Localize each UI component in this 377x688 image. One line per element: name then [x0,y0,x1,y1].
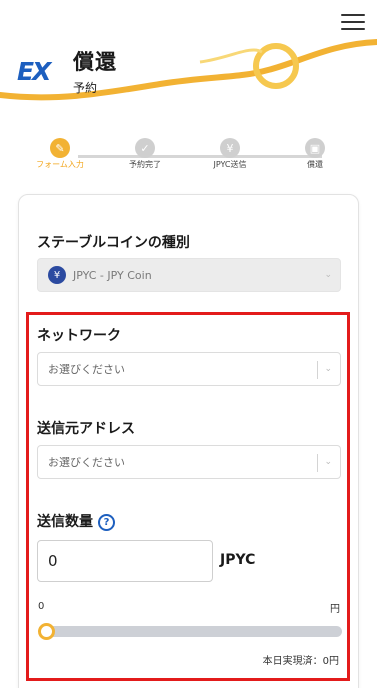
sender-address-select[interactable]: お選びください ⌄ [37,445,341,479]
chevron-down-icon: ⌄ [324,270,332,280]
menu-button[interactable] [341,12,365,32]
check-icon: ✓ [135,138,155,158]
pencil-icon: ✎ [50,138,70,158]
sender-address-label: 送信元アドレス [37,421,135,437]
step-redemption: ▣ 償還 [285,138,345,170]
page-title: 償還 [73,50,117,74]
amount-slider-thumb[interactable] [38,623,55,640]
coin-type-value: JPYC - JPY Coin [73,268,152,282]
network-label: ネットワーク [37,328,121,344]
chevron-down-icon: ⌄ [324,364,332,374]
hamburger-bar [341,28,365,30]
chevron-down-icon: ⌄ [324,457,332,467]
amount-slider-track[interactable] [40,626,342,637]
network-placeholder: お選びください [48,363,125,376]
daily-realized-amount: 本日実現済：0円 [262,656,339,667]
step-label: 予約完了 [129,160,161,169]
hamburger-bar [341,21,365,23]
step-reservation-complete: ✓ 予約完了 [115,138,175,170]
coin-type-select: ¥ JPYC - JPY Coin ⌄ [37,258,341,292]
step-label: フォーム入力 [36,160,84,169]
amount-unit: JPYC [220,552,256,568]
brand-logo: EX [17,57,55,84]
step-form-input: ✎ フォーム入力 [30,138,90,170]
network-select[interactable]: お選びください ⌄ [37,352,341,386]
step-label: 償還 [307,160,323,169]
select-separator [317,454,318,472]
slider-max-label: 円 [330,604,340,615]
question-icon[interactable]: ? [98,513,115,531]
select-separator [317,361,318,379]
amount-label: 送信数量? [37,511,115,531]
hamburger-bar [341,14,365,16]
yen-icon: ¥ [220,138,240,158]
coin-type-label: ステーブルコインの種別 [37,235,190,251]
yen-coin-icon: ¥ [48,266,66,284]
sender-address-placeholder: お選びください [48,456,125,469]
amount-label-text: 送信数量 [37,514,93,530]
progress-steps: ✎ フォーム入力 ✓ 予約完了 ¥ JPYC送信 ▣ 償還 [30,138,350,182]
page-subtitle: 予約 [73,81,98,95]
svg-text:EX: EX [17,57,53,84]
amount-input[interactable] [37,540,213,582]
header: EX 償還 予約 [0,0,377,120]
step-label: JPYC送信 [213,160,247,169]
slider-min-label: 0 [38,601,45,612]
wallet-icon: ▣ [305,138,325,158]
step-jpyc-send: ¥ JPYC送信 [200,138,260,170]
